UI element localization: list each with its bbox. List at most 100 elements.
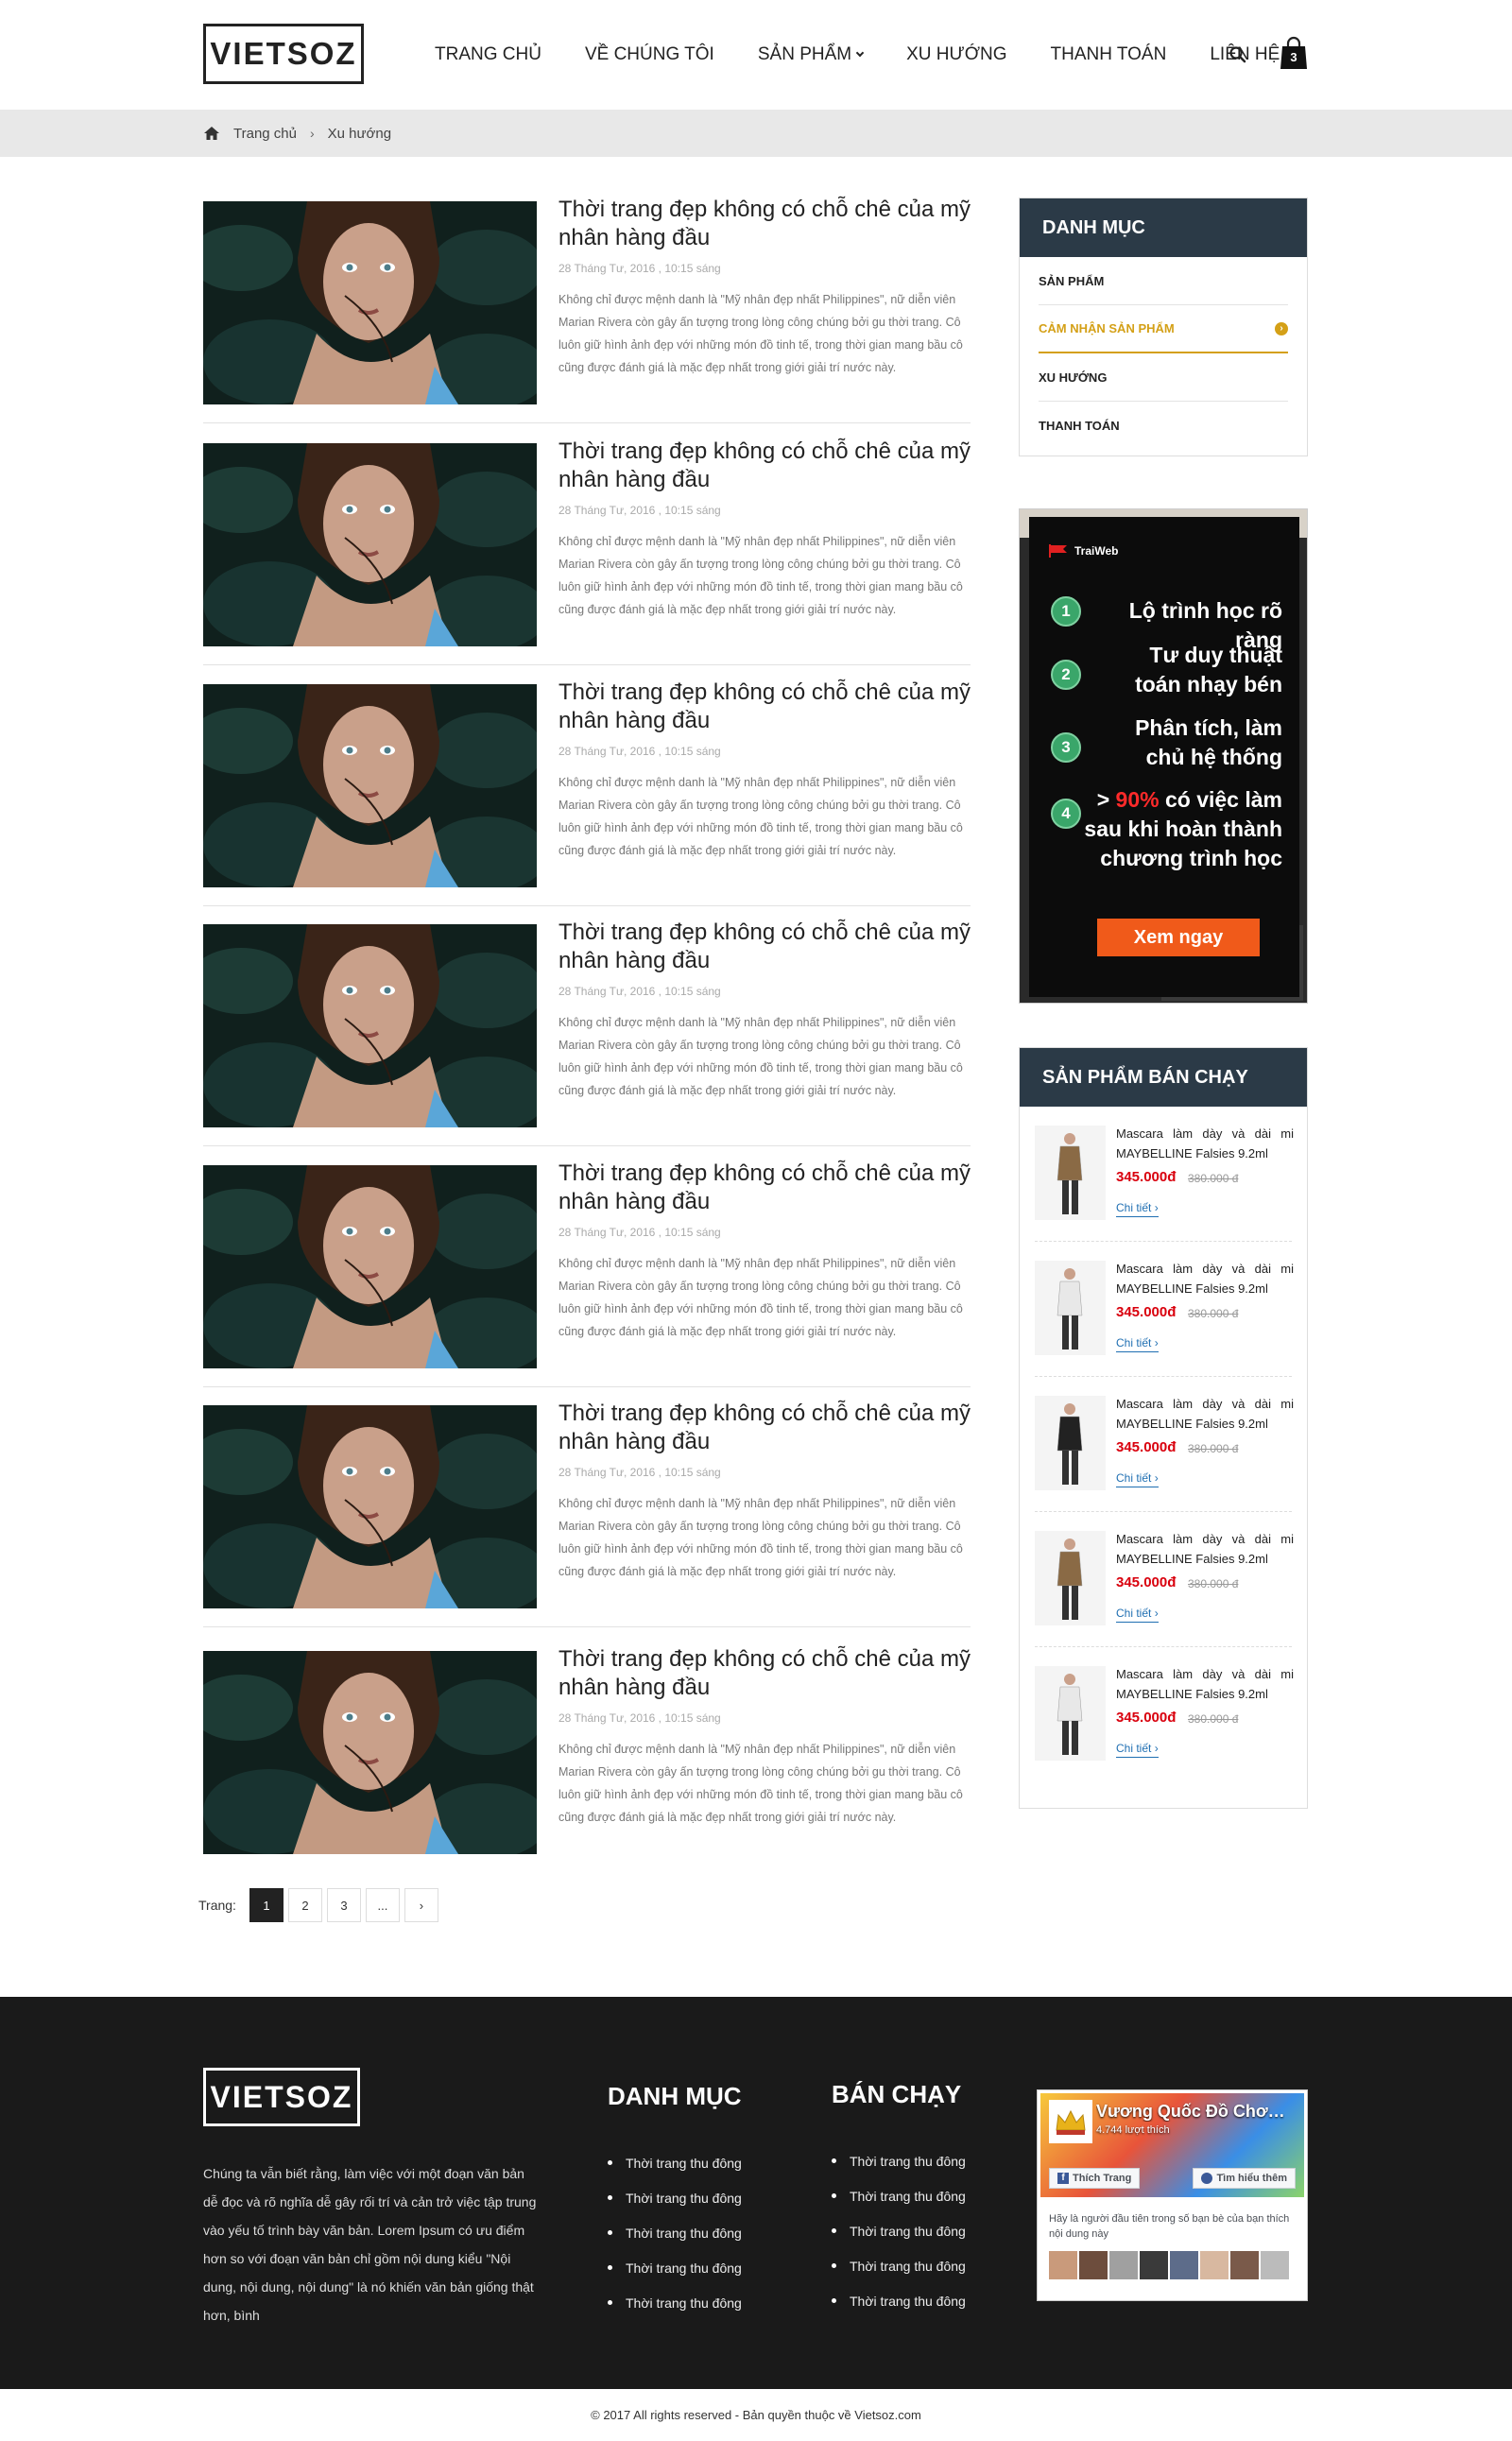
ad-step-2: 2 Tư duy thuật toán nhạy bén xyxy=(1029,641,1299,699)
chevron-right-icon: › xyxy=(1154,1742,1159,1755)
article-thumbnail[interactable] xyxy=(203,1165,537,1368)
facebook-like-button[interactable]: f Thích Trang xyxy=(1049,2168,1141,2189)
product-image[interactable] xyxy=(1035,1261,1106,1355)
footer-logo[interactable]: VIETSOZ xyxy=(203,2068,360,2126)
article-card[interactable]: Thời trang đẹp không có chỗ chê của mỹ n… xyxy=(203,679,971,888)
product-detail-link[interactable]: Chi tiết › xyxy=(1116,1336,1159,1352)
footer-link[interactable]: Thời trang thu đông xyxy=(608,2285,742,2320)
product-list: Mascara làm dày và dài mi MAYBELLINE Fal… xyxy=(1020,1107,1307,1782)
nav-item-about[interactable]: VỀ CHÚNG TÔI xyxy=(585,44,714,65)
article-card[interactable]: Thời trang đẹp không có chỗ chê của mỹ n… xyxy=(203,920,971,1128)
footer-link[interactable]: Thời trang thu đông xyxy=(832,2143,966,2178)
breadcrumb-bar: Trang chủ › Xu hướng xyxy=(0,110,1512,157)
article-thumbnail[interactable] xyxy=(203,1405,537,1608)
category-item-products[interactable]: SẢN PHẨM xyxy=(1039,257,1288,305)
chevron-right-icon: › xyxy=(419,1898,424,1913)
product-image[interactable] xyxy=(1035,1396,1106,1490)
product-price: 345.000đ xyxy=(1116,1439,1177,1455)
article-excerpt: Không chỉ được mệnh danh là "Mỹ nhân đẹp… xyxy=(558,1743,963,1824)
footer-link[interactable]: Thời trang thu đông xyxy=(832,2178,966,2213)
article-title[interactable]: Thời trang đẹp không có chỗ chê của mỹ n… xyxy=(558,1160,971,1216)
article-thumbnail[interactable] xyxy=(203,201,537,404)
product-item[interactable]: Mascara làm dày và dài mi MAYBELLINE Fal… xyxy=(1035,1242,1294,1377)
product-image[interactable] xyxy=(1035,1126,1106,1220)
product-detail-link[interactable]: Chi tiết › xyxy=(1116,1201,1159,1217)
nav-item-payment[interactable]: THANH TOÁN xyxy=(1051,44,1167,65)
facebook-icon: f xyxy=(1057,2173,1069,2184)
chevron-right-circle-icon: › xyxy=(1275,321,1288,335)
face-avatar xyxy=(1079,2251,1108,2279)
facebook-learn-more-button[interactable]: Tìm hiểu thêm xyxy=(1193,2168,1296,2189)
detail-label: Chi tiết xyxy=(1116,1607,1152,1620)
product-price: 345.000đ xyxy=(1116,1169,1177,1185)
nav-item-products[interactable]: SẢN PHẨM xyxy=(758,44,865,65)
product-name[interactable]: Mascara làm dày và dài mi MAYBELLINE Fal… xyxy=(1116,1664,1294,1704)
category-item-payment[interactable]: THANH TOÁN xyxy=(1039,402,1288,450)
shopping-bag-icon[interactable]: 3 xyxy=(1280,36,1308,70)
footer-link[interactable]: Thời trang thu đông xyxy=(608,2250,742,2285)
article-excerpt: Không chỉ được mệnh danh là "Mỹ nhân đẹp… xyxy=(558,293,963,374)
page-2-button[interactable]: 2 xyxy=(287,1888,322,1922)
article-date: 28 Tháng Tư, 2016 , 10:15 sáng xyxy=(558,504,721,517)
chevron-right-icon: › xyxy=(1154,1336,1159,1349)
product-item[interactable]: Mascara làm dày và dài mi MAYBELLINE Fal… xyxy=(1035,1107,1294,1242)
face-avatar xyxy=(1230,2251,1259,2279)
article-divider xyxy=(203,422,971,423)
product-image[interactable] xyxy=(1035,1666,1106,1761)
nav-item-home[interactable]: TRANG CHỦ xyxy=(435,44,541,65)
footer-link[interactable]: Thời trang thu đông xyxy=(608,2215,742,2250)
product-detail-link[interactable]: Chi tiết › xyxy=(1116,1742,1159,1758)
article-date: 28 Tháng Tư, 2016 , 10:15 sáng xyxy=(558,985,721,998)
article-title[interactable]: Thời trang đẹp không có chỗ chê của mỹ n… xyxy=(558,679,971,735)
product-name[interactable]: Mascara làm dày và dài mi MAYBELLINE Fal… xyxy=(1116,1394,1294,1434)
product-name[interactable]: Mascara làm dày và dài mi MAYBELLINE Fal… xyxy=(1116,1259,1294,1298)
page-1-button[interactable]: 1 xyxy=(249,1888,284,1922)
product-detail-link[interactable]: Chi tiết › xyxy=(1116,1607,1159,1623)
category-item-trends[interactable]: XU HƯỚNG xyxy=(1039,353,1288,402)
ad-cta-button[interactable]: Xem ngay xyxy=(1097,919,1260,956)
site-logo[interactable]: VIETSOZ xyxy=(203,24,364,84)
category-item-reviews[interactable]: CẢM NHẬN SẢN PHẨM › xyxy=(1039,305,1288,353)
article-title[interactable]: Thời trang đẹp không có chỗ chê của mỹ n… xyxy=(558,919,971,975)
footer-link[interactable]: Thời trang thu đông xyxy=(608,2145,742,2180)
main-nav: TRANG CHỦ VỀ CHÚNG TÔI SẢN PHẨM XU HƯỚNG… xyxy=(435,0,1323,110)
breadcrumb-current: Xu hướng xyxy=(327,125,392,142)
article-thumbnail[interactable] xyxy=(203,924,537,1127)
footer-link[interactable]: Thời trang thu đông xyxy=(832,2283,966,2318)
home-icon[interactable] xyxy=(203,126,220,141)
article-title[interactable]: Thời trang đẹp không có chỗ chê của mỹ n… xyxy=(558,196,971,252)
product-name[interactable]: Mascara làm dày và dài mi MAYBELLINE Fal… xyxy=(1116,1529,1294,1569)
next-page-button[interactable]: › xyxy=(404,1888,438,1922)
article-card[interactable]: Thời trang đẹp không có chỗ chê của mỹ n… xyxy=(203,1401,971,1609)
product-image[interactable] xyxy=(1035,1531,1106,1625)
article-title[interactable]: Thời trang đẹp không có chỗ chê của mỹ n… xyxy=(558,1645,971,1702)
article-card[interactable]: Thời trang đẹp không có chỗ chê của mỹ n… xyxy=(203,1160,971,1369)
facebook-page-name[interactable]: Vương Quốc Đồ Chơi... xyxy=(1096,2102,1285,2122)
ad-banner[interactable]: TraiWeb 1 Lộ trình học rõ ràng 2 Tư duy … xyxy=(1019,508,1308,1004)
footer-link[interactable]: Thời trang thu đông xyxy=(608,2180,742,2215)
breadcrumb-home[interactable]: Trang chủ xyxy=(233,126,297,142)
product-item[interactable]: Mascara làm dày và dài mi MAYBELLINE Fal… xyxy=(1035,1512,1294,1647)
article-card[interactable]: Thời trang đẹp không có chỗ chê của mỹ n… xyxy=(203,1646,971,1855)
article-card[interactable]: Thời trang đẹp không có chỗ chê của mỹ n… xyxy=(203,197,971,405)
article-thumbnail[interactable] xyxy=(203,443,537,646)
footer-link[interactable]: Thời trang thu đông xyxy=(832,2248,966,2283)
product-item[interactable]: Mascara làm dày và dài mi MAYBELLINE Fal… xyxy=(1035,1377,1294,1512)
product-name[interactable]: Mascara làm dày và dài mi MAYBELLINE Fal… xyxy=(1116,1124,1294,1163)
article-thumbnail[interactable] xyxy=(203,684,537,887)
footer-bestsellers: BÁN CHẠY Thời trang thu đông Thời trang … xyxy=(832,2080,966,2318)
facebook-page-widget[interactable]: Vương Quốc Đồ Chơi... 4.744 lượt thích f… xyxy=(1037,2089,1308,2301)
like-label: Thích Trang xyxy=(1073,2173,1132,2184)
footer-link[interactable]: Thời trang thu đông xyxy=(832,2213,966,2248)
article-title[interactable]: Thời trang đẹp không có chỗ chê của mỹ n… xyxy=(558,438,971,494)
article-thumbnail[interactable] xyxy=(203,1651,537,1854)
nav-item-trends[interactable]: XU HƯỚNG xyxy=(906,44,1006,65)
product-item[interactable]: Mascara làm dày và dài mi MAYBELLINE Fal… xyxy=(1035,1647,1294,1782)
product-detail-link[interactable]: Chi tiết › xyxy=(1116,1471,1159,1487)
bestseller-widget: SẢN PHẨM BÁN CHẠY Mascara làm dày và dài… xyxy=(1019,1047,1308,1809)
article-card[interactable]: Thời trang đẹp không có chỗ chê của mỹ n… xyxy=(203,438,971,647)
category-label: THANH TOÁN xyxy=(1039,419,1120,433)
page-3-button[interactable]: 3 xyxy=(326,1888,361,1922)
article-title[interactable]: Thời trang đẹp không có chỗ chê của mỹ n… xyxy=(558,1400,971,1456)
search-icon[interactable] xyxy=(1228,45,1247,64)
